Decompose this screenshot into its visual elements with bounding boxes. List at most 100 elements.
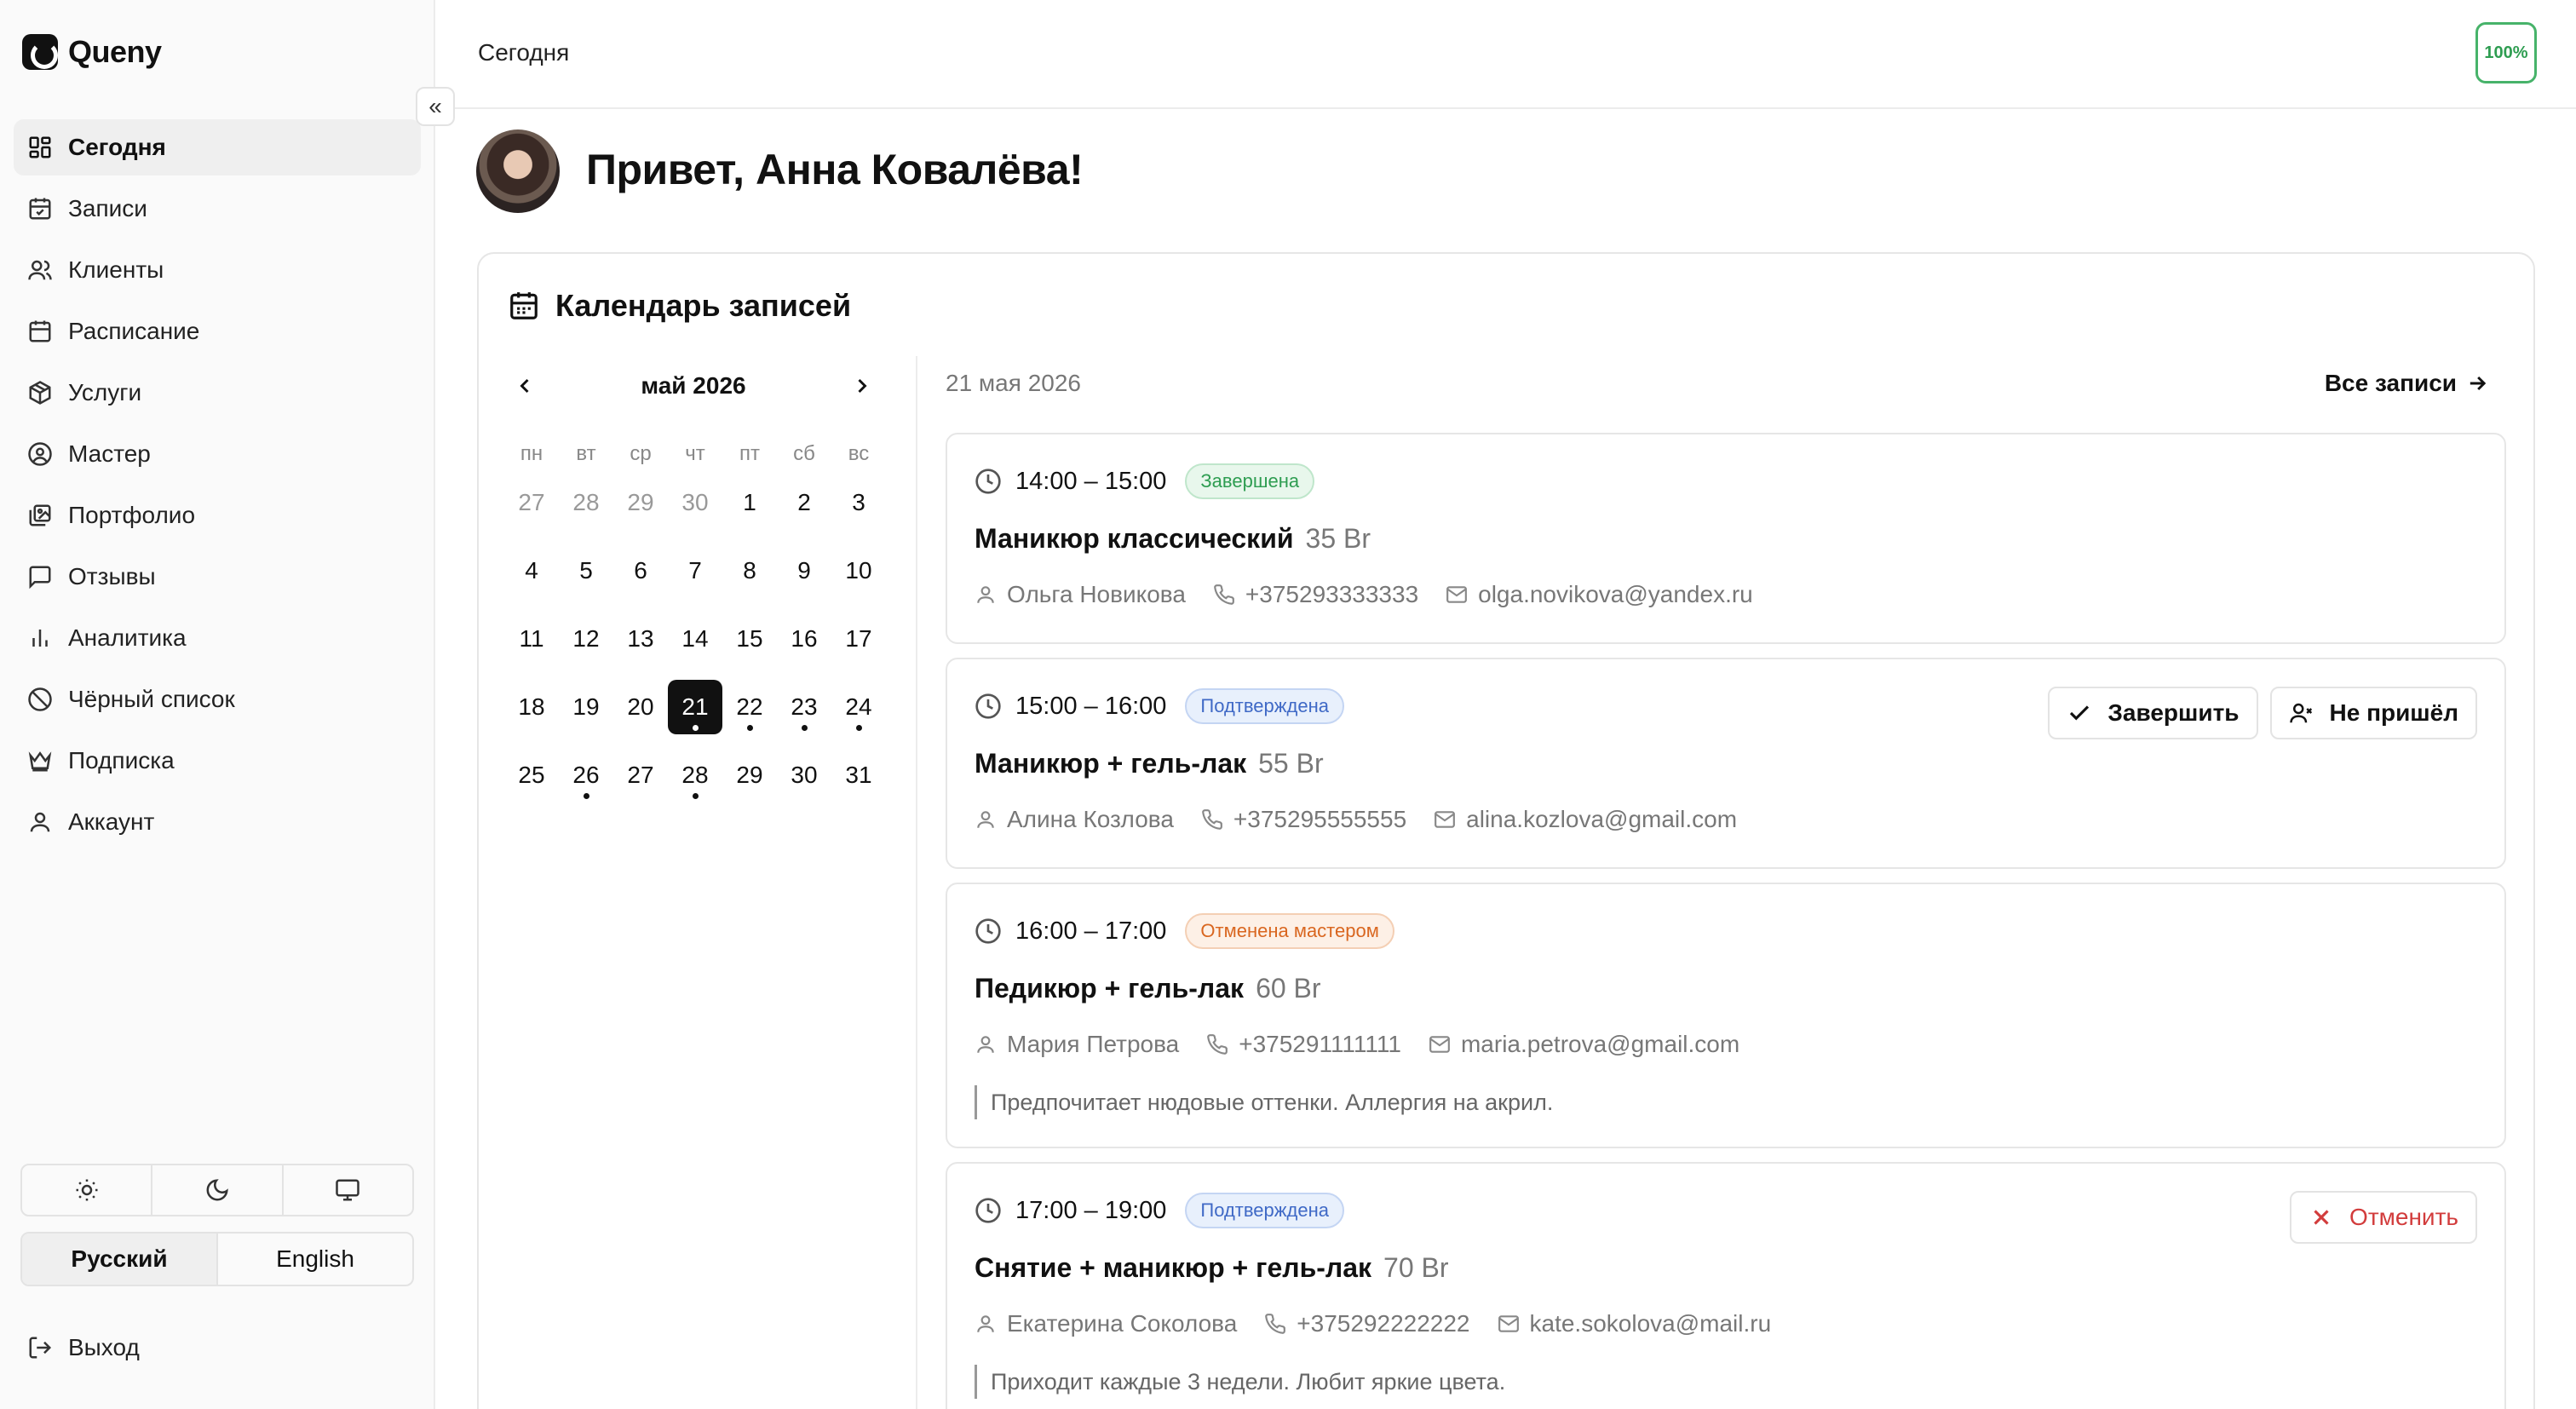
calendar-day[interactable]: 8 (722, 543, 777, 598)
calendar-day[interactable]: 30 (777, 748, 831, 802)
calendar-day[interactable]: 20 (613, 680, 668, 734)
bookings-calendar-card: Календарь записей май 2026 пн вт ср чт пт сб в… (477, 252, 2535, 1409)
calendar-grid: пн вт ср чт пт сб вс 27 28 29 30 1 2 3 4 5 6 7 8 9 10 11 12 13 1… (504, 433, 886, 816)
calendar-day[interactable]: 27 (504, 475, 559, 530)
calendar-day[interactable]: 16 (777, 612, 831, 666)
appointment-card[interactable]: 15:00 – 16:00 Подтверждена Завершить Не … (946, 658, 2506, 869)
calendar-day[interactable]: 19 (559, 680, 613, 734)
cancel-button[interactable]: Отменить (2290, 1191, 2477, 1244)
sidebar-item-today[interactable]: Сегодня (14, 119, 421, 175)
language-ru-button[interactable]: Русский (22, 1234, 218, 1285)
calendar-day[interactable]: 22 (722, 680, 777, 734)
client-phone[interactable]: +375292222222 (1264, 1310, 1470, 1337)
calendar-day[interactable]: 30 (668, 475, 722, 530)
logout-button[interactable]: Выход (27, 1334, 140, 1361)
calendar-day[interactable]: 31 (831, 748, 886, 802)
calendar-day[interactable]: 5 (559, 543, 613, 598)
appointment-card[interactable]: 14:00 – 15:00 Завершена Маникюр классиче… (946, 433, 2506, 644)
calendar-day[interactable]: 9 (777, 543, 831, 598)
weekday-label: ср (630, 442, 652, 465)
sidebar-item-analytics[interactable]: Аналитика (14, 610, 421, 666)
appointment-actions: Завершить Не пришёл (2048, 687, 2477, 739)
sidebar-item-clients[interactable]: Клиенты (14, 242, 421, 298)
client-email[interactable]: olga.novikova@yandex.ru (1446, 581, 1753, 608)
appointment-card[interactable]: 17:00 – 19:00 Подтверждена Отменить Снят… (946, 1162, 2506, 1409)
calendar-day[interactable]: 3 (831, 475, 886, 530)
message-icon (29, 566, 51, 589)
top-bar: Сегодня 100% (437, 0, 2576, 109)
calendar-day[interactable]: 1 (722, 475, 777, 530)
sidebar-item-services[interactable]: Услуги (14, 365, 421, 421)
calendar-day[interactable]: 6 (613, 543, 668, 598)
theme-system-button[interactable] (284, 1165, 412, 1215)
calendar-day[interactable]: 17 (831, 612, 886, 666)
calendar-day[interactable]: 21 (668, 680, 722, 734)
calendar-day[interactable]: 26 (559, 748, 613, 802)
sidebar-item-subscription[interactable]: Подписка (14, 733, 421, 789)
status-badge: Подтверждена (1185, 1193, 1344, 1228)
client-email[interactable]: alina.kozlova@gmail.com (1434, 806, 1737, 833)
breadcrumb: Сегодня (478, 39, 570, 66)
user-icon (30, 812, 50, 832)
sun-icon (76, 1179, 98, 1201)
calendar-day[interactable]: 18 (504, 680, 559, 734)
client-phone[interactable]: +375291111111 (1206, 1031, 1401, 1058)
language-en-button[interactable]: English (218, 1234, 412, 1285)
logo[interactable]: Queny (22, 34, 162, 70)
calendar-day[interactable]: 12 (559, 612, 613, 666)
sidebar-item-master[interactable]: Мастер (14, 426, 421, 482)
calendar-day[interactable]: 11 (504, 612, 559, 666)
calendar-day[interactable]: 23 (777, 680, 831, 734)
service-label: Педикюр + гель-лак (975, 973, 1245, 1004)
weekday-label: сб (793, 442, 815, 465)
collapse-sidebar-button[interactable]: « (416, 87, 455, 126)
sidebar-item-portfolio[interactable]: Портфолио (14, 487, 421, 543)
clock-icon (975, 469, 1001, 494)
calendar-day[interactable]: 28 (559, 475, 613, 530)
avatar (476, 129, 560, 213)
sidebar-item-blacklist[interactable]: Чёрный список (14, 671, 421, 728)
monitor-icon (336, 1179, 360, 1201)
calendar-day[interactable]: 14 (668, 612, 722, 666)
user-icon (977, 586, 994, 603)
client-email[interactable]: maria.petrova@gmail.com (1429, 1031, 1739, 1058)
progress-badge[interactable]: 100% (2475, 22, 2537, 83)
sidebar-item-bookings[interactable]: Записи (14, 181, 421, 237)
calendar-day[interactable]: 2 (777, 475, 831, 530)
sidebar-item-schedule[interactable]: Расписание (14, 303, 421, 359)
calendar-check-icon (29, 198, 51, 220)
theme-dark-button[interactable] (152, 1165, 284, 1215)
sidebar-nav: Сегодня Записи Клиенты Расписание Услуги… (14, 119, 421, 855)
sidebar-item-account[interactable]: Аккаунт (14, 794, 421, 850)
calendar-day[interactable]: 29 (722, 748, 777, 802)
calendar-day[interactable]: 25 (504, 748, 559, 802)
complete-button[interactable]: Завершить (2048, 687, 2258, 739)
sidebar-item-label: Подписка (68, 747, 175, 774)
calendar-day[interactable]: 29 (613, 475, 668, 530)
client-email[interactable]: kate.sokolova@mail.ru (1498, 1310, 1771, 1337)
theme-light-button[interactable] (22, 1165, 153, 1215)
all-bookings-label: Все записи (2324, 370, 2457, 396)
client-info: Мария Петрова +375291111111 maria.petrov… (975, 1031, 1767, 1058)
chevron-left-icon[interactable] (513, 374, 537, 398)
calendar-day[interactable]: 10 (831, 543, 886, 598)
calendar-day[interactable]: 15 (722, 612, 777, 666)
chevron-right-icon[interactable] (850, 374, 874, 398)
client-phone[interactable]: +375293333333 (1213, 581, 1418, 608)
mail-icon (1429, 1036, 1450, 1053)
sidebar-item-reviews[interactable]: Отзывы (14, 549, 421, 605)
box-icon (29, 381, 51, 405)
calendar-day[interactable]: 13 (613, 612, 668, 666)
calendar-day[interactable]: 28 (668, 748, 722, 802)
no-show-button[interactable]: Не пришёл (2269, 687, 2477, 739)
client-name-text: Алина Козлова (1007, 806, 1174, 832)
all-bookings-link[interactable]: Все записи (2325, 370, 2489, 397)
client-phone[interactable]: +375295555555 (1201, 806, 1406, 833)
calendar-day[interactable]: 7 (668, 543, 722, 598)
no-show-label: Не пришёл (2329, 699, 2459, 726)
service-label: Маникюр + гель-лак (975, 748, 1247, 779)
calendar-day[interactable]: 24 (831, 680, 886, 734)
appointment-card[interactable]: 16:00 – 17:00 Отменена мастером Педикюр … (946, 883, 2506, 1148)
calendar-day[interactable]: 27 (613, 748, 668, 802)
calendar-day[interactable]: 4 (504, 543, 559, 598)
